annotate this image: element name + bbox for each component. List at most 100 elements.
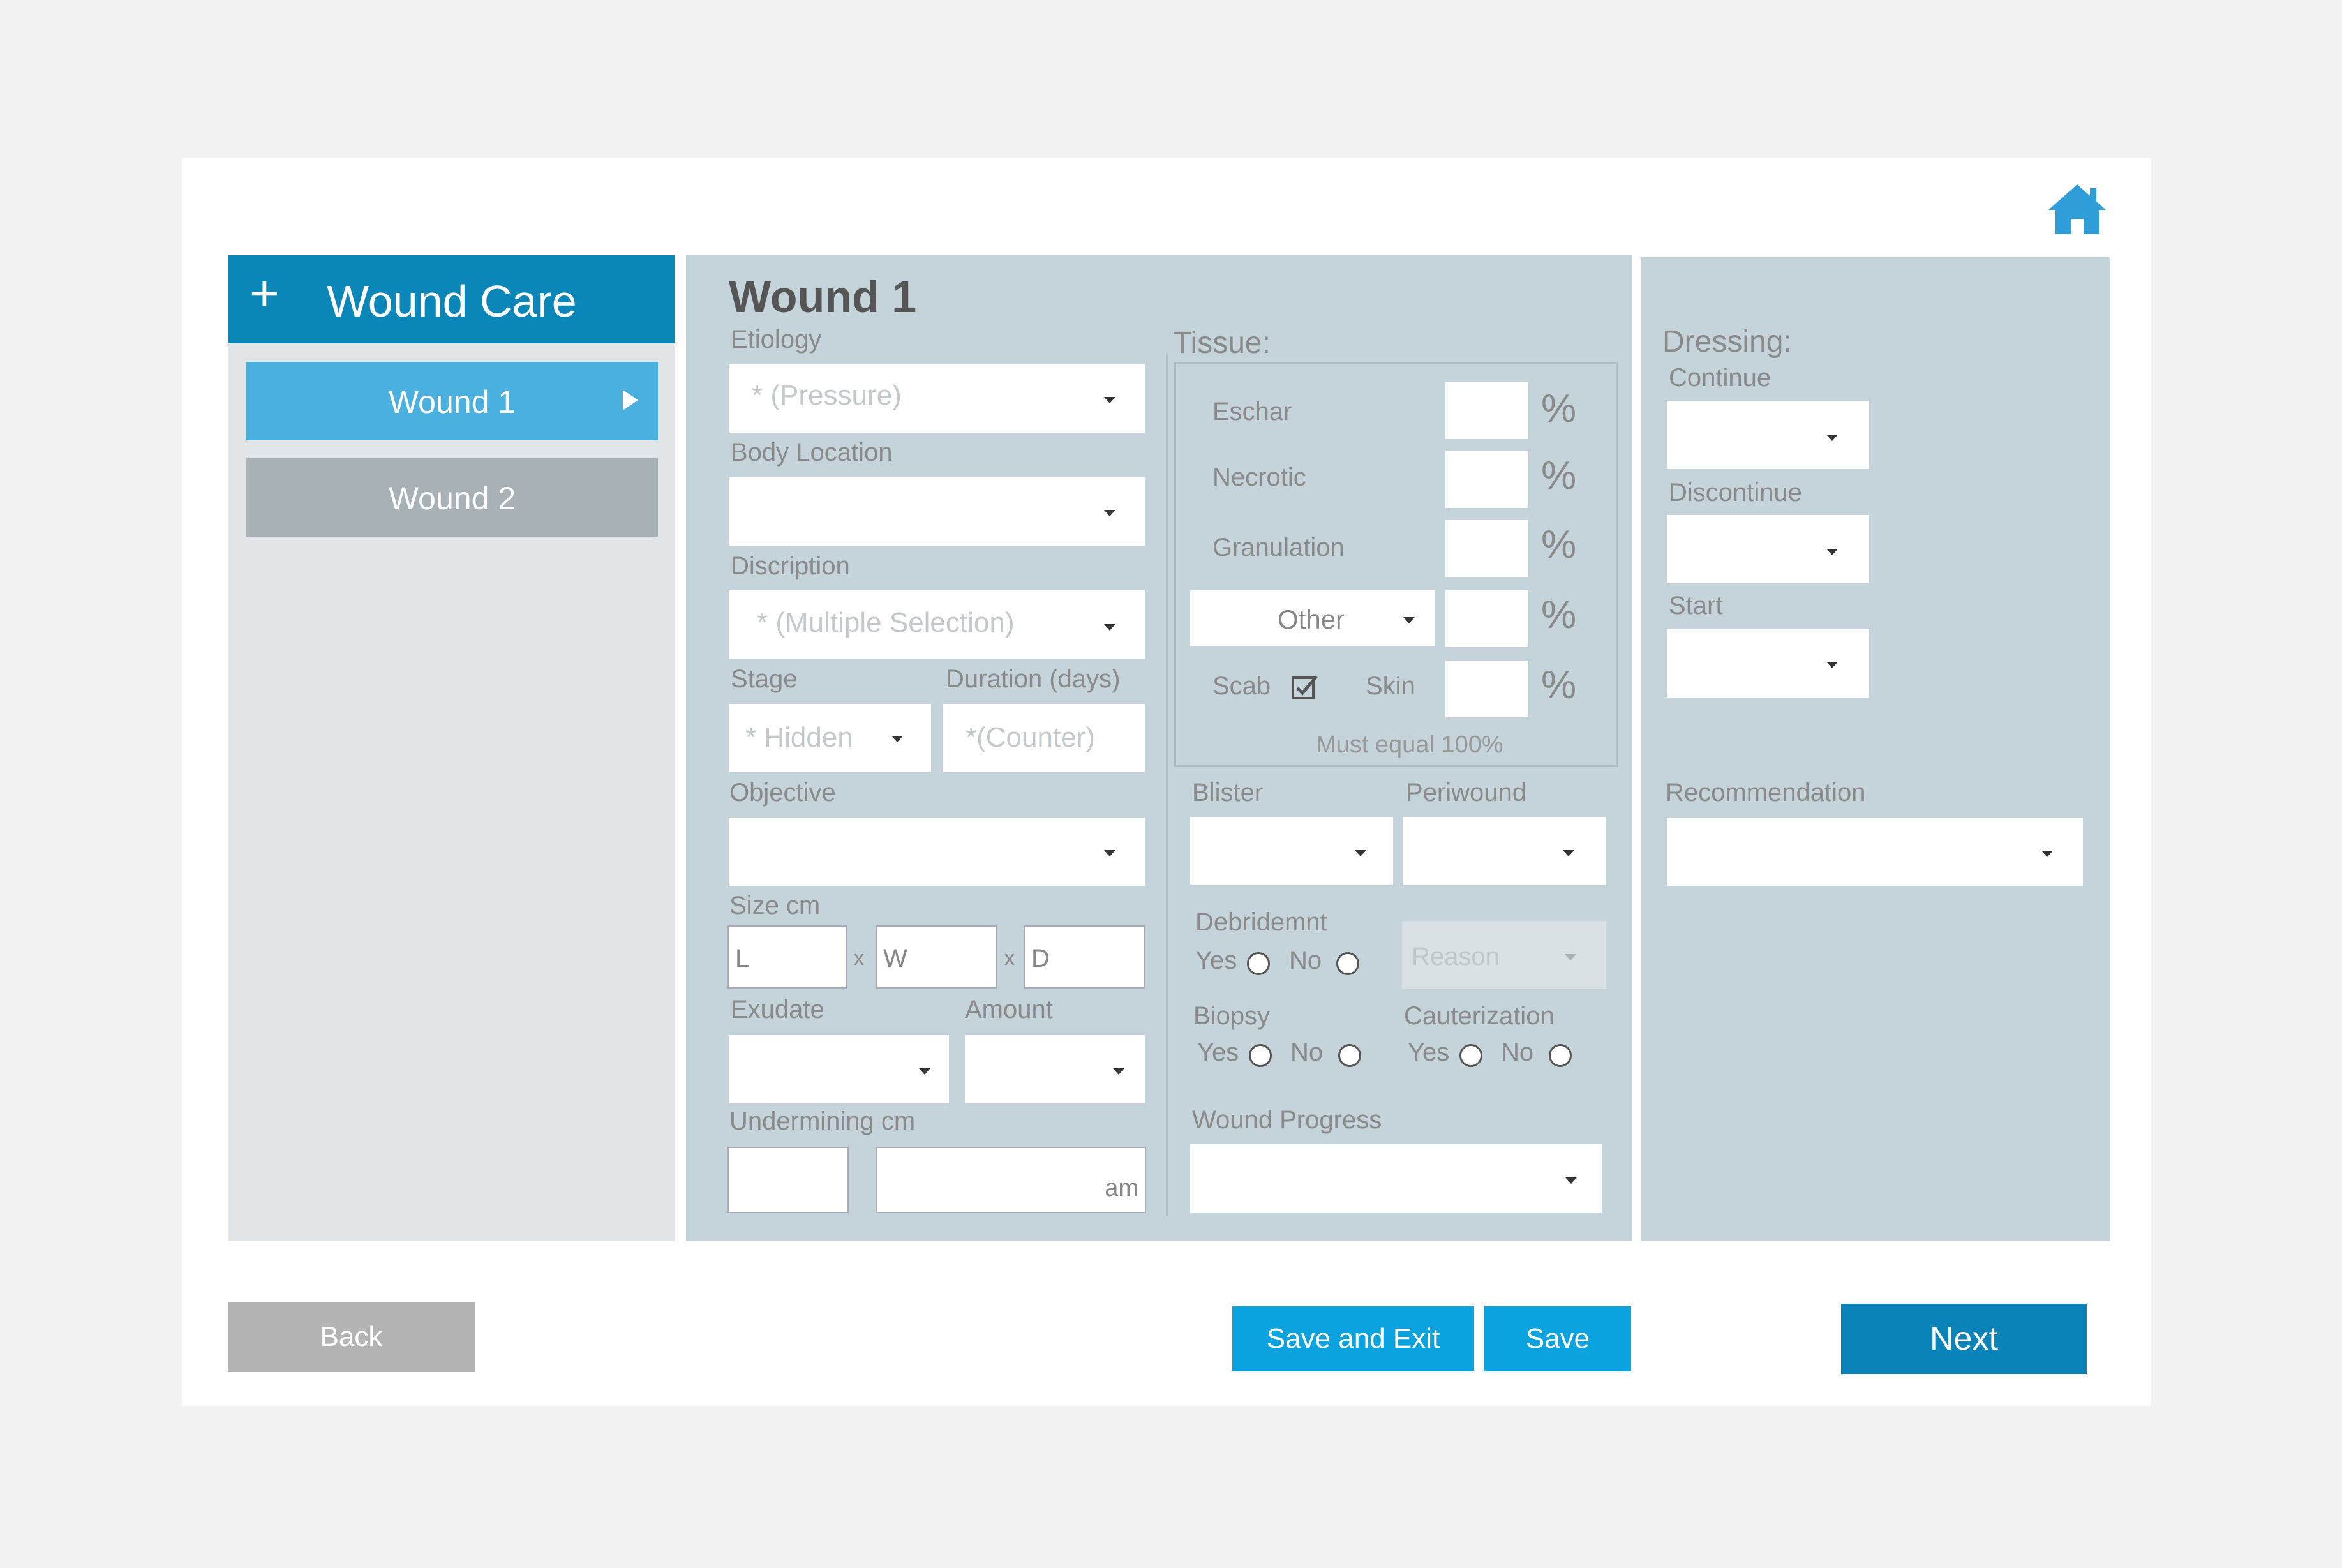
home-icon[interactable] [2045,181,2109,238]
exudate-label: Exudate [731,996,824,1024]
divider [1166,354,1168,1216]
form-title: Wound 1 [729,272,917,322]
necrotic-percent-input[interactable] [1445,451,1528,508]
cauterization-yes-label: Yes [1408,1038,1450,1066]
biopsy-label: Biopsy [1193,1002,1271,1030]
description-select[interactable]: * (Multiple Selection) [729,590,1145,659]
blister-select[interactable] [1190,817,1393,885]
chevron-down-icon [1104,510,1115,516]
size-separator: x [1004,946,1015,969]
eschar-percent-input[interactable] [1445,382,1528,439]
sidebar-item-wound-2[interactable]: Wound 2 [246,458,658,537]
tissue-note: Must equal 100% [1316,731,1503,758]
recommendation-select[interactable] [1667,818,2083,886]
granulation-percent-input[interactable] [1445,520,1528,577]
back-button-label: Back [320,1321,383,1352]
save-button-label: Save [1525,1323,1590,1354]
next-button[interactable]: Next [1841,1304,2087,1374]
description-label: Discription [731,552,850,580]
percent-sign: % [1541,663,1577,707]
stage-select[interactable]: * Hidden [729,704,931,772]
chevron-down-icon [891,736,903,742]
wound-progress-select[interactable] [1190,1144,1602,1213]
save-button[interactable]: Save [1484,1306,1631,1371]
sidebar-header: + Wound Care [228,255,675,343]
size-length-input[interactable]: L [727,925,847,989]
discontinue-label: Discontinue [1669,479,1803,507]
skin-percent-input[interactable] [1445,661,1528,717]
discontinue-select[interactable] [1667,515,1869,583]
chevron-down-icon [1826,435,1838,441]
duration-label: Duration (days) [946,665,1121,693]
scab-checkbox[interactable] [1291,674,1319,701]
amount-select[interactable] [965,1035,1145,1103]
size-depth-placeholder: D [1031,945,1050,973]
continue-select[interactable] [1667,401,1869,469]
body-location-select[interactable] [729,477,1145,546]
sidebar-item-wound-1[interactable]: Wound 1 [246,362,658,440]
chevron-down-icon [1563,850,1574,856]
size-depth-input[interactable]: D [1024,925,1145,989]
undermining-input[interactable] [727,1147,849,1213]
next-button-label: Next [1930,1320,1998,1357]
periwound-select[interactable] [1403,817,1606,885]
chevron-down-icon [1403,617,1415,623]
amount-label: Amount [965,996,1053,1024]
description-placeholder: * (Multiple Selection) [757,607,1015,638]
tissue-other-select[interactable]: Other [1190,590,1435,646]
percent-sign: % [1541,593,1577,637]
size-width-input[interactable]: W [876,925,997,989]
exudate-select[interactable] [729,1035,949,1103]
biopsy-yes-label: Yes [1197,1038,1239,1066]
percent-sign: % [1541,454,1577,498]
tissue-label: Tissue: [1173,326,1271,360]
biopsy-no-radio[interactable] [1338,1044,1361,1067]
tissue-necrotic-label: Necrotic [1212,463,1306,491]
etiology-label: Etiology [731,325,822,354]
cauterization-yes-radio[interactable] [1459,1044,1482,1067]
cauterization-no-label: No [1501,1038,1534,1066]
other-percent-input[interactable] [1445,590,1528,647]
size-label: Size cm [729,892,821,920]
undermining-unit: am [1105,1175,1138,1202]
etiology-placeholder: * (Pressure) [752,380,902,411]
chevron-down-icon [1104,397,1115,403]
size-length-placeholder: L [735,945,750,973]
debridement-label: Debridemnt [1195,908,1327,936]
etiology-select[interactable]: * (Pressure) [729,364,1145,433]
cauterization-label: Cauterization [1404,1002,1555,1030]
save-and-exit-button[interactable]: Save and Exit [1232,1306,1474,1371]
sidebar-item-label: Wound 1 [388,384,516,420]
skin-label: Skin [1366,672,1415,700]
tissue-eschar-label: Eschar [1212,398,1292,426]
undermining-time-input[interactable]: am [876,1147,1146,1213]
percent-sign: % [1541,387,1577,431]
chevron-down-icon [1104,850,1115,856]
debridement-no-radio[interactable] [1336,952,1359,975]
duration-input[interactable]: *(Counter) [943,704,1145,772]
cauterization-no-radio[interactable] [1549,1044,1572,1067]
plus-icon[interactable]: + [250,268,280,319]
chevron-down-icon [1113,1068,1124,1075]
chevron-down-icon [919,1068,930,1075]
debridement-yes-label: Yes [1195,946,1237,974]
debridement-yes-radio[interactable] [1247,952,1270,975]
sidebar-title: Wound Care [327,276,577,326]
back-button[interactable]: Back [228,1302,475,1372]
start-select[interactable] [1667,629,1869,698]
chevron-down-icon [1355,850,1366,856]
debridement-no-label: No [1289,946,1322,974]
chevron-down-icon [1565,954,1576,960]
objective-select[interactable] [729,818,1145,886]
size-separator: x [854,946,864,969]
body-location-label: Body Location [731,438,893,467]
start-label: Start [1669,592,1723,620]
blister-label: Blister [1192,779,1264,807]
scab-label: Scab [1212,672,1271,700]
reason-placeholder: Reason [1412,943,1500,971]
percent-sign: % [1541,523,1577,567]
play-arrow-icon [623,390,638,410]
biopsy-yes-radio[interactable] [1249,1044,1272,1067]
chevron-down-icon [1826,549,1838,555]
chevron-down-icon [1104,624,1115,631]
